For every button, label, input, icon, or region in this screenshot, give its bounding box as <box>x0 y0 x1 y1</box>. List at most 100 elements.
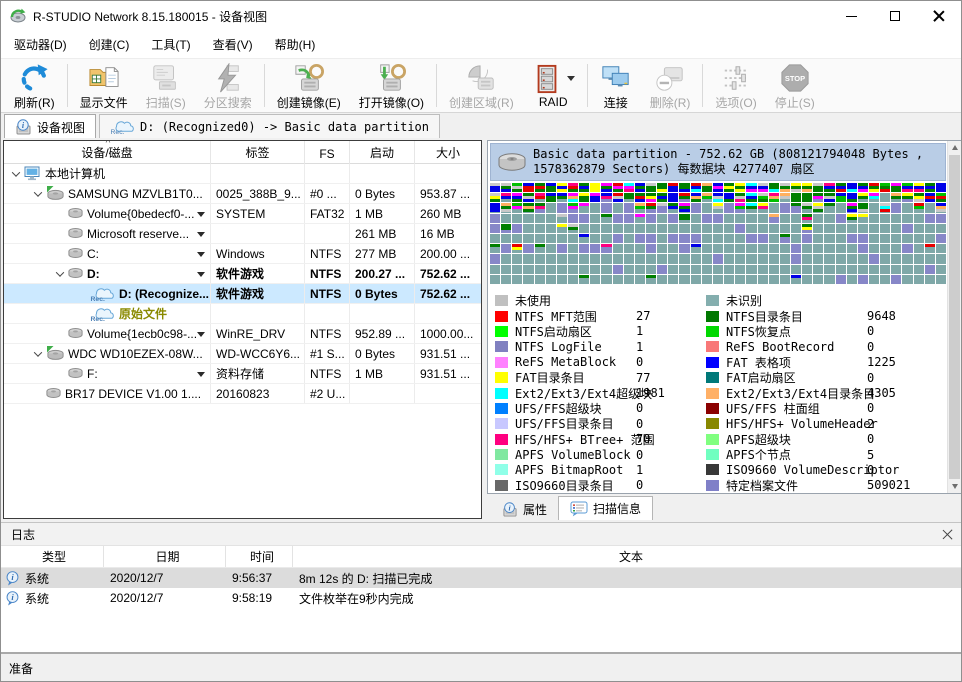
tree-row-10[interactable]: F:资料存储NTFS1 MB931.51 ... <box>4 364 481 384</box>
toolbar-button-5-0[interactable]: 选项(O) <box>706 59 765 112</box>
log-column-time[interactable]: 时间 <box>226 546 293 567</box>
column-header-fs[interactable]: FS <box>305 141 350 164</box>
map-block <box>646 244 656 253</box>
options-icon <box>720 62 752 94</box>
map-block <box>657 234 667 243</box>
log-column-type[interactable]: 类型 <box>1 546 104 567</box>
scrollbar-thumb[interactable] <box>949 155 960 479</box>
scan-block-map[interactable] <box>490 183 946 284</box>
log-column-date[interactable]: 日期 <box>104 546 226 567</box>
map-block <box>579 254 589 263</box>
legend-color-swatch <box>495 341 508 352</box>
dropdown-arrow-icon[interactable] <box>197 332 205 337</box>
tree-row-9[interactable]: WDC WD10EZEX-08W...WD-WCC6Y6...#1 S...0 … <box>4 344 481 364</box>
tree-row-6[interactable]: Rec.D: (Recognize...软件游戏NTFS0 Bytes752.6… <box>4 284 481 304</box>
legend-color-swatch <box>495 403 508 414</box>
chevron-down-icon[interactable] <box>30 351 46 357</box>
map-block <box>490 224 500 233</box>
legend-color-swatch <box>706 418 719 429</box>
toolbar-button-1-2[interactable]: 分区搜索 <box>195 59 261 112</box>
maximize-button[interactable] <box>873 1 917 31</box>
map-block <box>657 265 667 274</box>
legend-label: ReFS MetaBlock <box>515 355 616 369</box>
map-block <box>769 275 779 284</box>
tree-row-boot: 1 MB <box>350 204 415 223</box>
legend-item-left-0: 未使用 <box>495 293 700 308</box>
map-block <box>780 254 790 263</box>
tree-row-8[interactable]: Volume{1ecb0c98-...WinRE_DRVNTFS952.89 .… <box>4 324 481 344</box>
toolbar-button-5-1[interactable]: STOP停止(S) <box>766 59 824 112</box>
toolbar-button-label: 选项(O) <box>715 94 756 111</box>
tab-recognized-partition[interactable]: Rec. D: (Recognized0) -> Basic data part… <box>99 114 440 138</box>
tree-row-size: 260 MB <box>415 204 481 223</box>
tab-scan-information[interactable]: 扫描信息 <box>558 496 653 520</box>
map-block <box>568 183 578 192</box>
dropdown-caret-icon[interactable] <box>567 76 575 81</box>
map-block <box>902 183 912 192</box>
menu-item-2[interactable]: 工具(T) <box>140 31 201 58</box>
scroll-down-icon[interactable] <box>948 480 961 493</box>
menu-item-4[interactable]: 帮助(H) <box>264 31 327 58</box>
toolbar-button-3-1[interactable]: RAID <box>523 59 584 112</box>
dropdown-arrow-icon[interactable] <box>197 372 205 377</box>
legend-color-swatch <box>495 434 508 445</box>
tree-row-11[interactable]: BR17 DEVICE V1.00 1....20160823#2 U... <box>4 384 481 404</box>
map-block <box>791 224 801 233</box>
toolbar-separator <box>436 64 437 107</box>
column-header-size[interactable]: 大小 <box>415 141 481 164</box>
toolbar-button-3-0[interactable]: 创建区域(R) <box>440 59 523 112</box>
map-block <box>813 265 823 274</box>
menu-item-1[interactable]: 创建(C) <box>78 31 141 58</box>
map-block <box>568 224 578 233</box>
toolbar-button-4-1[interactable]: 删除(R) <box>641 59 700 112</box>
toolbar-button-2-1[interactable]: 打开镜像(O) <box>350 59 433 112</box>
tree-row-name: BR17 DEVICE V1.00 1.... <box>4 384 211 403</box>
dropdown-arrow-icon[interactable] <box>197 252 205 257</box>
toolbar-button-0-0[interactable]: 刷新(R) <box>5 59 64 112</box>
volume-icon <box>68 247 83 260</box>
tree-row-2[interactable]: Volume{0bedecf0-...SYSTEMFAT321 MB260 MB <box>4 204 481 224</box>
map-block <box>613 203 623 212</box>
chevron-down-icon[interactable] <box>30 191 46 197</box>
toolbar-button-1-1[interactable]: 扫描(S) <box>137 59 195 112</box>
tree-row-boot: 952.89 ... <box>350 324 415 343</box>
legend-value: 0 <box>636 355 643 369</box>
menu-item-0[interactable]: 驱动器(D) <box>3 31 78 58</box>
map-block <box>847 203 857 212</box>
scroll-up-icon[interactable] <box>948 141 961 154</box>
log-column-text[interactable]: 文本 <box>293 546 962 567</box>
tree-row-7[interactable]: Rec.原始文件 <box>4 304 481 324</box>
tree-row-name-text: Volume{1ecb0c98-... <box>87 327 197 341</box>
dropdown-arrow-icon[interactable] <box>197 272 205 277</box>
toolbar-button-2-0[interactable]: 创建镜像(E) <box>268 59 350 112</box>
tree-row-3[interactable]: Microsoft reserve...261 MB16 MB <box>4 224 481 244</box>
map-block <box>902 203 912 212</box>
map-block <box>902 193 912 202</box>
chevron-down-icon[interactable] <box>8 171 24 177</box>
minimize-button[interactable] <box>829 1 873 31</box>
tree-row-5[interactable]: D:软件游戏NTFS200.27 ...752.62 ... <box>4 264 481 284</box>
log-close-icon[interactable] <box>942 529 953 540</box>
toolbar-button-1-0[interactable]: 显示文件 <box>71 59 137 112</box>
column-header-boot[interactable]: 启动 <box>350 141 415 164</box>
tree-row-4[interactable]: C:WindowsNTFS277 MB200.00 ... <box>4 244 481 264</box>
scan-scrollbar[interactable] <box>947 141 961 493</box>
map-block <box>713 193 723 202</box>
tab-properties[interactable]: i 属性 <box>491 498 558 520</box>
column-header-label[interactable]: 标签 <box>211 141 305 164</box>
map-block <box>824 193 834 202</box>
map-block <box>780 275 790 284</box>
map-block <box>769 244 779 253</box>
tab-device-view[interactable]: i 设备视图 <box>4 114 96 139</box>
close-button[interactable] <box>917 1 961 31</box>
log-row-0[interactable]: i系统2020/12/79:56:378m 12s 的 D: 扫描已完成 <box>1 568 962 588</box>
tree-row-1[interactable]: SAMSUNG MZVLB1T0...0025_388B_9...#0 ...0… <box>4 184 481 204</box>
dropdown-arrow-icon[interactable] <box>197 212 205 217</box>
tree-row-0[interactable]: 本地计算机 <box>4 164 481 184</box>
dropdown-arrow-icon[interactable] <box>197 232 205 237</box>
column-header-device[interactable]: 设备/磁盘 <box>4 141 211 164</box>
menu-item-3[interactable]: 查看(V) <box>202 31 264 58</box>
log-row-1[interactable]: i系统2020/12/79:58:19文件枚举在9秒内完成 <box>1 588 962 608</box>
chevron-down-icon[interactable] <box>52 271 68 277</box>
toolbar-button-4-0[interactable]: 连接 <box>591 59 641 112</box>
